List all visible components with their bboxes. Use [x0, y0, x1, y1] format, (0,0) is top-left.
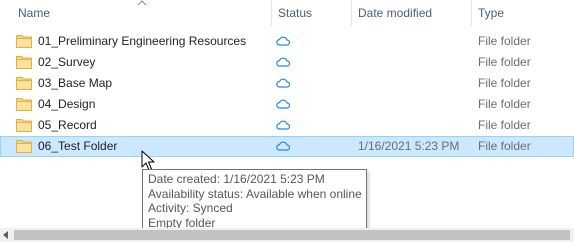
cloud-icon [276, 78, 290, 88]
horizontal-scrollbar-thumb[interactable] [14, 230, 570, 240]
date-modified: 1/16/2021 5:23 PM [358, 139, 460, 153]
folder-name: 03_Base Map [38, 76, 113, 90]
cloud-icon [276, 36, 290, 46]
list-item-folder[interactable]: 01_Preliminary Engineering Resources Fil… [0, 31, 574, 52]
item-type: File folder [478, 97, 531, 111]
folder-name: 05_Record [38, 118, 97, 132]
list-item-folder[interactable]: 04_Design File folder [0, 94, 574, 115]
item-type: File folder [478, 34, 531, 48]
folder-icon [16, 98, 32, 111]
list-item-folder-selected[interactable]: 06_Test Folder 1/16/2021 5:23 PM File fo… [0, 136, 574, 157]
column-header-date-modified[interactable]: Date modified [352, 0, 432, 26]
folder-icon [16, 140, 32, 153]
column-header-bar: Name Status Date modified Type [0, 0, 574, 26]
sort-ascending-icon [137, 0, 147, 6]
item-type: File folder [478, 76, 531, 90]
item-type: File folder [478, 118, 531, 132]
folder-icon [16, 119, 32, 132]
tooltip-availability-status: Availability status: Available when onli… [148, 186, 362, 201]
folder-name: 01_Preliminary Engineering Resources [38, 34, 247, 48]
cloud-icon [276, 99, 290, 109]
folder-name: 02_Survey [38, 55, 96, 69]
column-header-type[interactable]: Type [472, 0, 504, 26]
tooltip-activity: Activity: Synced [148, 201, 233, 215]
horizontal-scrollbar[interactable] [0, 228, 574, 242]
cloud-icon [276, 120, 290, 130]
scroll-left-arrow-icon[interactable] [2, 231, 10, 239]
item-type: File folder [478, 55, 531, 69]
cloud-icon [276, 57, 290, 67]
column-header-status[interactable]: Status [272, 0, 312, 26]
folder-icon [16, 77, 32, 90]
folder-info-tooltip: Date created: 1/16/2021 5:23 PM Availabi… [142, 169, 367, 232]
tooltip-date-created: Date created: 1/16/2021 5:23 PM [148, 172, 325, 186]
folder-icon [16, 56, 32, 69]
list-item-folder[interactable]: 05_Record File folder [0, 115, 574, 136]
file-explorer-list: Name Status Date modified Type 01_Prelim… [0, 0, 574, 242]
folder-name: 04_Design [38, 97, 96, 111]
list-item-folder[interactable]: 02_Survey File folder [0, 52, 574, 73]
folder-icon [16, 35, 32, 48]
item-type: File folder [478, 139, 531, 153]
column-header-name[interactable]: Name [12, 0, 50, 26]
folder-name: 06_Test Folder [38, 139, 118, 153]
cloud-icon [276, 141, 290, 151]
list-item-folder[interactable]: 03_Base Map File folder [0, 73, 574, 94]
